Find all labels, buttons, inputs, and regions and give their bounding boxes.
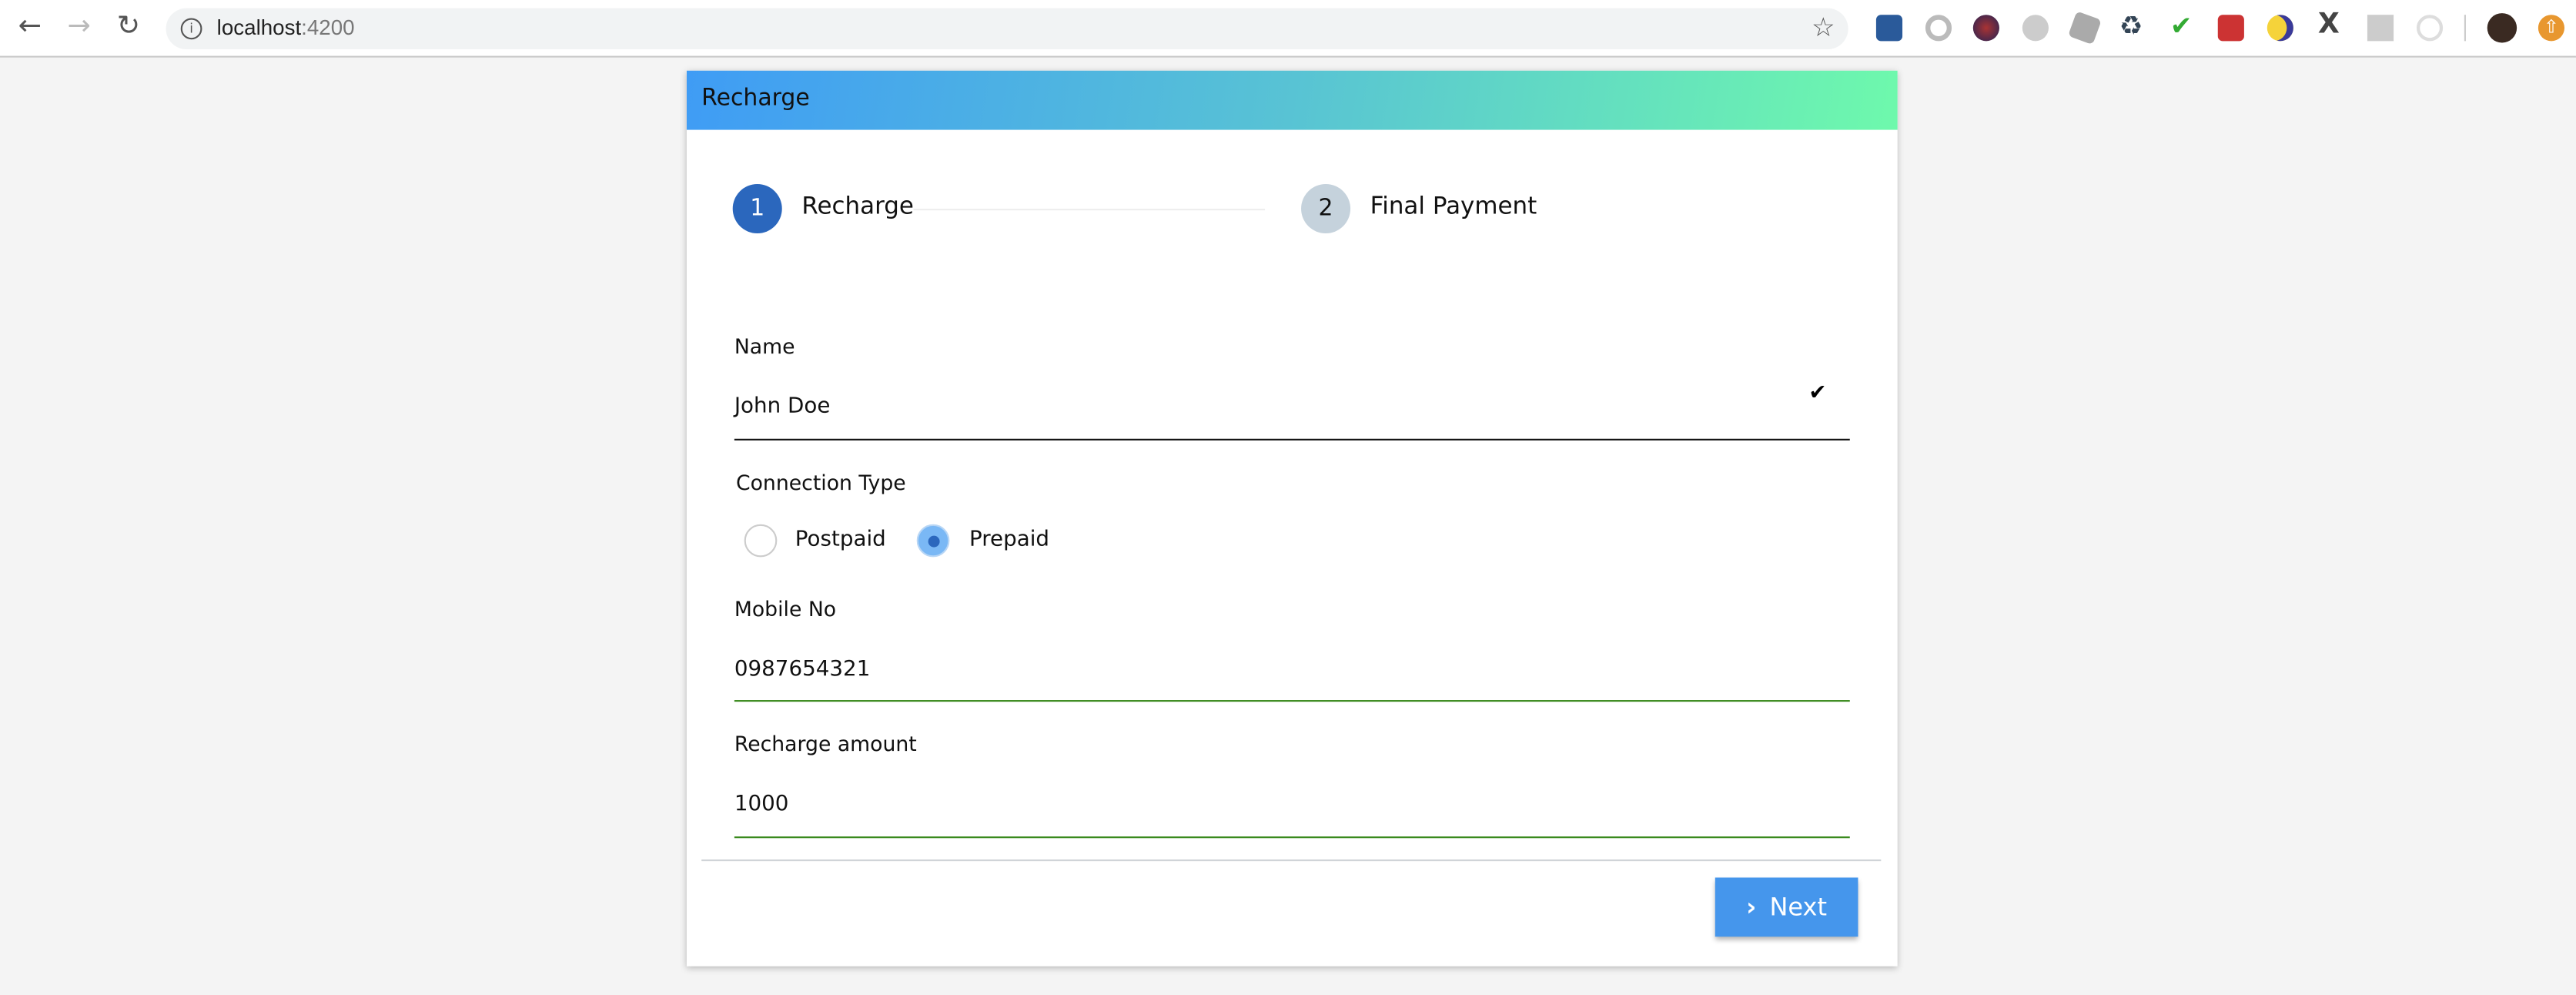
card-title: Recharge bbox=[701, 85, 810, 112]
update-icon[interactable]: ⇧ bbox=[2538, 15, 2565, 42]
mail-red-icon[interactable] bbox=[2217, 15, 2244, 42]
postpaid-label[interactable]: Postpaid bbox=[795, 528, 886, 552]
info-icon[interactable]: i bbox=[180, 18, 202, 40]
footer-divider bbox=[701, 859, 1882, 862]
envelope-gray-icon[interactable] bbox=[2068, 11, 2102, 45]
recycle-icon[interactable]: ♻ bbox=[2119, 10, 2143, 42]
step-connector bbox=[913, 209, 1266, 211]
toolbar-divider bbox=[2464, 15, 2466, 42]
next-button[interactable]: › Next bbox=[1715, 877, 1858, 937]
step-1-label[interactable]: Recharge bbox=[801, 194, 914, 220]
target-icon[interactable] bbox=[2416, 15, 2444, 42]
step-2-circle[interactable]: 2 bbox=[1301, 183, 1351, 234]
mobile-underline bbox=[734, 700, 1850, 702]
abc-check-icon[interactable]: ✔ bbox=[2170, 10, 2193, 42]
recharge-card: Recharge 1 Recharge 2 Final Payment Name… bbox=[686, 70, 1898, 967]
balls-icon[interactable] bbox=[1972, 15, 1999, 42]
ring-icon[interactable] bbox=[1925, 15, 1952, 42]
name-underline bbox=[734, 438, 1850, 441]
url-port: :4200 bbox=[301, 15, 355, 40]
postpaid-radio[interactable] bbox=[744, 524, 778, 558]
connection-type-label: Connection Type bbox=[735, 470, 906, 495]
amount-input[interactable]: 1000 bbox=[734, 792, 789, 817]
back-icon[interactable]: ← bbox=[18, 10, 41, 43]
cookie-inspector-icon[interactable] bbox=[1875, 15, 1903, 42]
u-icon[interactable] bbox=[2022, 15, 2049, 42]
profile-avatar[interactable] bbox=[2487, 13, 2517, 43]
name-input[interactable]: John Doe bbox=[734, 394, 831, 419]
bookmark-star-icon[interactable]: ☆ bbox=[1812, 12, 1835, 43]
amount-underline bbox=[734, 836, 1850, 839]
mobile-input[interactable]: 0987654321 bbox=[734, 658, 871, 682]
name-label: Name bbox=[734, 333, 795, 359]
x-icon[interactable]: X bbox=[2318, 8, 2340, 42]
moon-icon[interactable] bbox=[2267, 15, 2293, 42]
next-label: Next bbox=[1769, 892, 1828, 923]
url-host: localhost bbox=[216, 15, 302, 40]
address-bar[interactable]: i localhost:4200 ☆ bbox=[166, 8, 1848, 50]
chevron-right-icon: › bbox=[1746, 892, 1757, 923]
step-2-label[interactable]: Final Payment bbox=[1370, 194, 1537, 220]
step-1-circle[interactable]: 1 bbox=[732, 183, 782, 234]
prepaid-radio[interactable] bbox=[916, 524, 950, 558]
browser-toolbar: ← → ↻ i localhost:4200 ☆ ♻ ✔ X ⇧ bbox=[0, 0, 2576, 58]
card-header: Recharge bbox=[686, 70, 1898, 130]
prepaid-label[interactable]: Prepaid bbox=[969, 528, 1049, 552]
mobile-label: Mobile No bbox=[734, 596, 837, 621]
amount-label: Recharge amount bbox=[734, 731, 917, 756]
reload-icon[interactable]: ↻ bbox=[117, 10, 140, 43]
forward-icon[interactable]: → bbox=[67, 10, 90, 43]
checkmark-icon: ✔ bbox=[1808, 381, 1827, 407]
g-icon[interactable] bbox=[2367, 15, 2394, 42]
